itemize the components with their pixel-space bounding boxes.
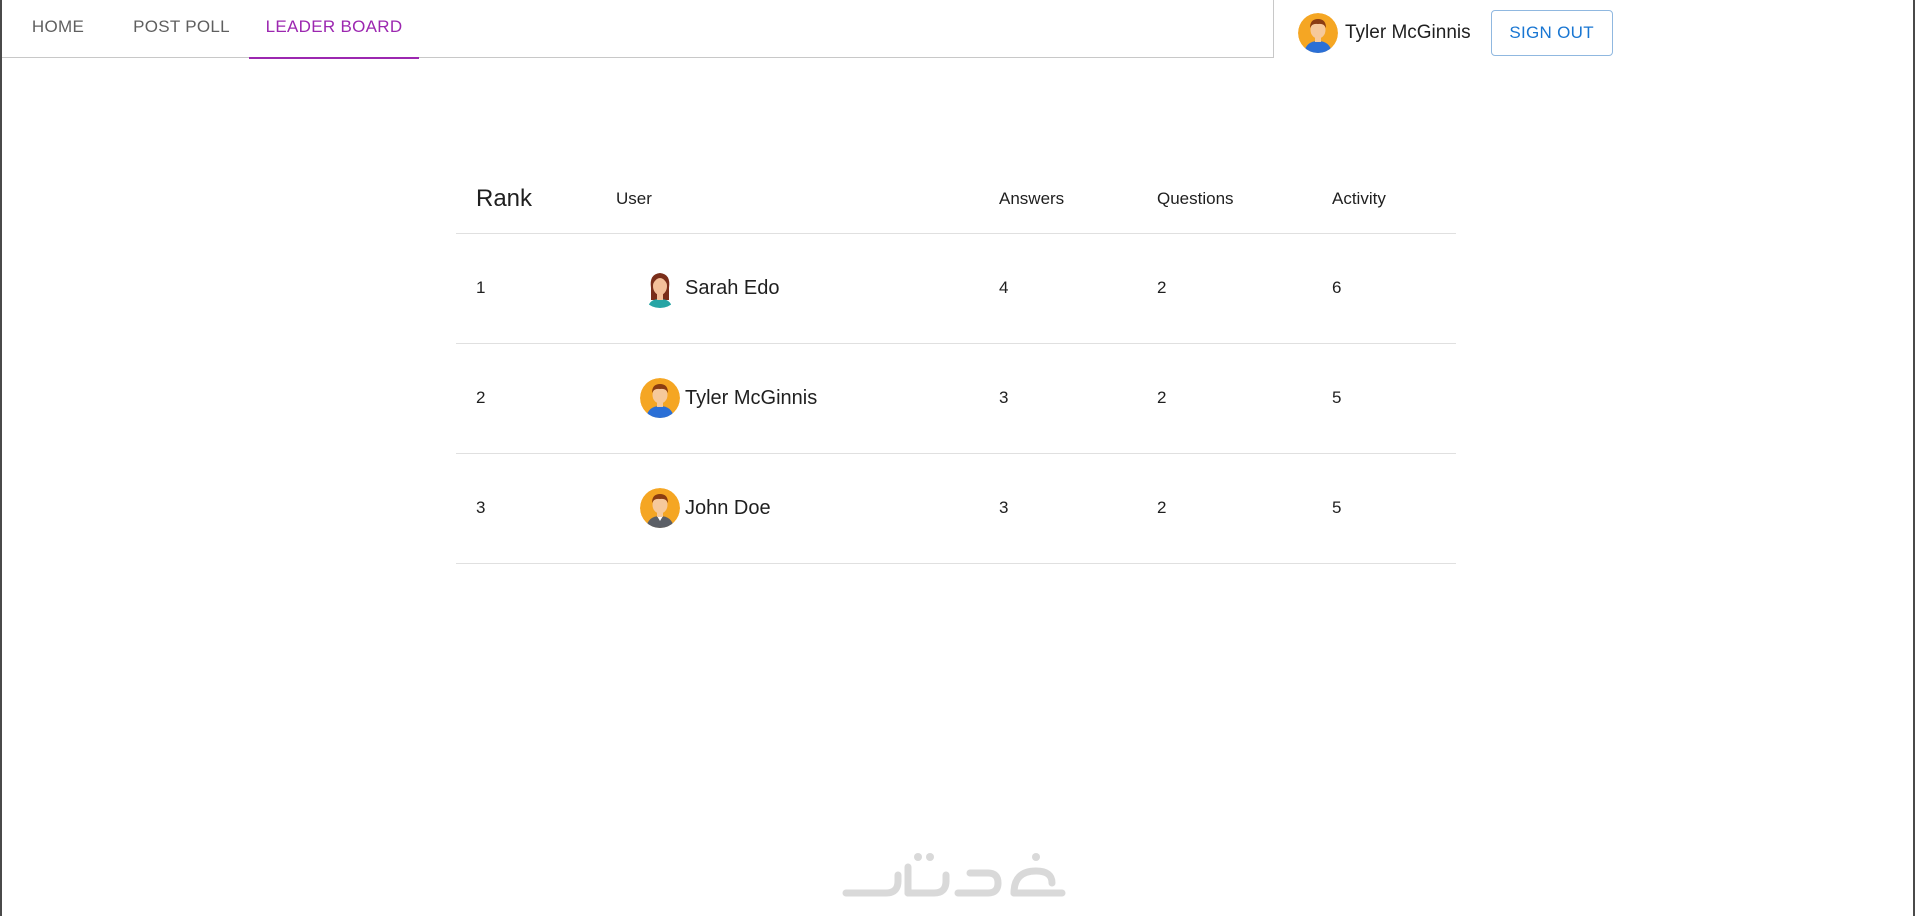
- user-cell: Tyler McGinnis: [616, 343, 999, 453]
- answers-cell: 3: [999, 388, 1009, 407]
- top-nav: HOME POST POLL LEADER BOARD: [2, 0, 1274, 59]
- rank-column-header: Rank: [476, 184, 533, 212]
- woman-avatar-icon: [640, 268, 680, 308]
- tab-leader-board[interactable]: LEADER BOARD: [249, 0, 419, 59]
- rank-cell: 3: [476, 498, 486, 517]
- questions-column-header: Questions: [1157, 188, 1234, 208]
- watermark-logo: [838, 845, 1074, 905]
- tab-post-poll[interactable]: POST POLL: [114, 0, 249, 58]
- answers-cell: 3: [999, 498, 1009, 517]
- sign-out-button[interactable]: SIGN OUT: [1490, 10, 1613, 56]
- rank-cell: 1: [476, 278, 486, 297]
- man-avatar-icon: [640, 378, 680, 418]
- man-gray-shirt-avatar-icon: [640, 488, 680, 528]
- user-area: Tyler McGinnis SIGN OUT: [1298, 10, 1613, 56]
- user-cell: John Doe: [616, 453, 999, 563]
- leaderboard-table: Rank User Answers Questions Activity 1 S…: [456, 165, 1456, 564]
- table-row: 1 Sarah Edo 4 2 6: [456, 233, 1456, 343]
- user-avatar-icon: [1298, 13, 1338, 53]
- user-column-header: User: [616, 188, 652, 208]
- table-row: 2 Tyler McGinnis 3 2 5: [456, 343, 1456, 453]
- rank-cell: 2: [476, 388, 486, 407]
- user-cell: Sarah Edo: [616, 233, 999, 343]
- tab-home[interactable]: HOME: [2, 0, 114, 58]
- username: Sarah Edo: [685, 276, 780, 299]
- activity-column-header: Activity: [1332, 188, 1386, 208]
- questions-cell: 2: [1157, 278, 1167, 297]
- questions-cell: 2: [1157, 388, 1167, 407]
- table-header-row: Rank User Answers Questions Activity: [456, 165, 1456, 233]
- activity-cell: 6: [1332, 278, 1342, 297]
- table-row: 3 John Doe 3 2 5: [456, 453, 1456, 563]
- username: Tyler McGinnis: [685, 386, 818, 409]
- activity-cell: 5: [1332, 498, 1342, 517]
- answers-column-header: Answers: [999, 188, 1065, 208]
- questions-cell: 2: [1157, 498, 1167, 517]
- activity-cell: 5: [1332, 388, 1342, 407]
- answers-cell: 4: [999, 278, 1009, 297]
- current-username: Tyler McGinnis: [1345, 22, 1471, 43]
- username: John Doe: [685, 496, 771, 519]
